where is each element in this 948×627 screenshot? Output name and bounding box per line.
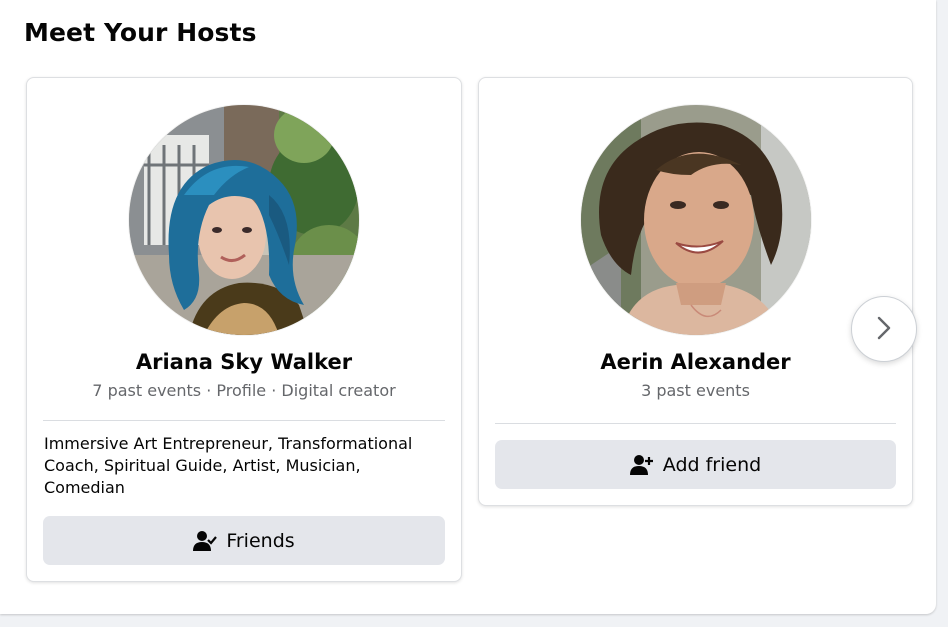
host-name[interactable]: Ariana Sky Walker xyxy=(27,350,461,374)
avatar-photo xyxy=(580,105,811,335)
host-avatar[interactable] xyxy=(580,105,811,335)
avatar-photo xyxy=(129,105,359,335)
friends-button[interactable]: Friends xyxy=(43,516,445,565)
host-bio: Immersive Art Entrepreneur, Transformati… xyxy=(44,434,413,497)
host-meta: 3 past events xyxy=(641,381,750,400)
host-meta: 7 past events · Profile · Digital creato… xyxy=(92,381,396,400)
add-friend-icon xyxy=(629,454,654,476)
divider xyxy=(495,423,896,424)
host-avatar[interactable] xyxy=(129,105,359,335)
friends-check-icon xyxy=(193,530,218,552)
add-friend-button[interactable]: Add friend xyxy=(495,440,896,489)
divider xyxy=(43,420,445,421)
friends-button-label: Friends xyxy=(226,529,295,552)
add-friend-button-label: Add friend xyxy=(662,453,762,476)
host-card: Aerin Alexander 3 past events Add friend xyxy=(478,77,913,506)
section-title: Meet Your Hosts xyxy=(24,18,257,47)
carousel-next-button[interactable] xyxy=(851,296,917,362)
hosts-section: Meet Your Hosts Ariana Sky Walker 7 past… xyxy=(0,0,936,614)
chevron-right-icon xyxy=(875,315,893,344)
host-card: Ariana Sky Walker 7 past events · Profil… xyxy=(26,77,462,582)
host-name[interactable]: Aerin Alexander xyxy=(479,350,912,374)
